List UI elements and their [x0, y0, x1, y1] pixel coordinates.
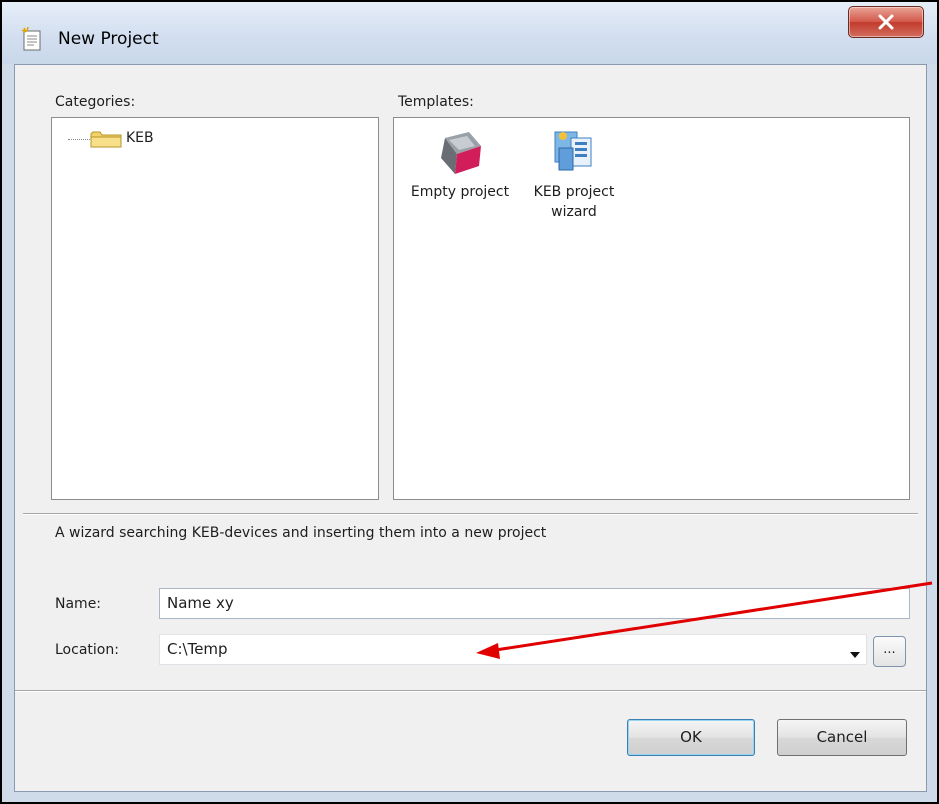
- empty-project-icon: [441, 132, 481, 174]
- tree-connector: [68, 139, 92, 140]
- tree-item-label: KEB: [126, 130, 154, 146]
- chevron-down-icon[interactable]: [850, 652, 860, 658]
- close-icon: [878, 14, 894, 30]
- close-button[interactable]: [848, 6, 924, 38]
- keb-wizard-icon: [554, 131, 592, 171]
- location-combobox[interactable]: C:\Temp: [159, 634, 867, 665]
- name-label: Name:: [55, 596, 102, 612]
- dialog-body: Categories: Templates: KEB Empty project…: [14, 64, 927, 792]
- location-label: Location:: [55, 642, 119, 658]
- templates-list[interactable]: Empty project KEB project wizard: [393, 117, 910, 500]
- template-empty-project[interactable]: Empty project: [400, 128, 520, 202]
- description-divider: [23, 513, 918, 515]
- categories-label: Categories:: [55, 94, 136, 110]
- template-description: A wizard searching KEB-devices and inser…: [55, 525, 547, 541]
- template-label: KEB project wizard: [533, 184, 615, 220]
- ok-button[interactable]: OK: [627, 719, 755, 756]
- name-input[interactable]: Name xy: [159, 588, 910, 619]
- folder-icon: [90, 131, 122, 148]
- browse-button[interactable]: ...: [873, 636, 906, 667]
- template-label: Empty project: [410, 184, 510, 200]
- new-project-icon: [21, 26, 41, 51]
- button-bar-divider: [15, 690, 926, 692]
- new-project-dialog: New Project Categories: Templates: KEB E…: [0, 0, 939, 804]
- templates-label: Templates:: [398, 94, 474, 110]
- window-title: New Project: [58, 29, 159, 49]
- template-keb-wizard[interactable]: KEB project wizard: [528, 128, 620, 222]
- categories-tree[interactable]: KEB: [51, 117, 379, 500]
- cancel-button[interactable]: Cancel: [777, 719, 907, 756]
- title-bar[interactable]: New Project: [2, 2, 937, 64]
